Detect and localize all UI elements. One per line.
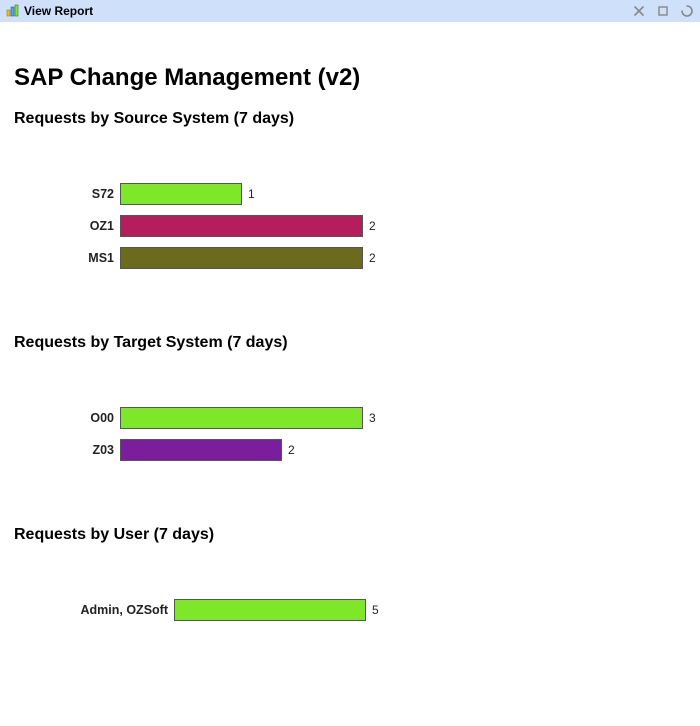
chart-bar-row: MS1 2 bbox=[14, 244, 686, 272]
chart-bar bbox=[120, 183, 242, 205]
chart-bar bbox=[120, 439, 282, 461]
chart-bar bbox=[120, 215, 363, 237]
window-controls bbox=[632, 4, 694, 18]
chart-section: Requests by User (7 days) Admin, OZSoft 5 bbox=[14, 526, 686, 648]
chart-section: Requests by Source System (7 days) S72 1 OZ… bbox=[14, 110, 686, 296]
maximize-icon[interactable] bbox=[656, 4, 670, 18]
restore-icon[interactable] bbox=[680, 4, 694, 18]
page-title: SAP Change Management (v2) bbox=[14, 64, 686, 92]
report-content: SAP Change Management (v2) Requests by S… bbox=[0, 22, 700, 726]
window-titlebar: View Report bbox=[0, 0, 700, 22]
chart-category-label: Admin, OZSoft bbox=[14, 603, 174, 617]
chart-area: O00 3 Z03 2 bbox=[14, 358, 686, 488]
chart-value-label: 2 bbox=[363, 251, 376, 265]
chart-value-label: 2 bbox=[282, 443, 295, 457]
chart-bar-row: S72 1 bbox=[14, 180, 686, 208]
chart-value-label: 1 bbox=[242, 187, 255, 201]
chart-bar bbox=[120, 247, 363, 269]
section-title: Requests by Target System (7 days) bbox=[14, 334, 686, 352]
chart-section: Requests by Target System (7 days) O00 3 Z0… bbox=[14, 334, 686, 488]
chart-area: Admin, OZSoft 5 bbox=[14, 550, 686, 648]
section-title: Requests by Source System (7 days) bbox=[14, 110, 686, 128]
chart-value-label: 3 bbox=[363, 411, 376, 425]
chart-category-label: S72 bbox=[14, 187, 120, 201]
chart-bar-row: Admin, OZSoft 5 bbox=[14, 596, 686, 624]
chart-area: S72 1 OZ1 2 MS1 2 bbox=[14, 134, 686, 296]
chart-value-label: 5 bbox=[366, 603, 379, 617]
chart-category-label: Z03 bbox=[14, 443, 120, 457]
chart-bar-row: O00 3 bbox=[14, 404, 686, 432]
chart-bar bbox=[120, 407, 363, 429]
chart-category-label: O00 bbox=[14, 411, 120, 425]
window-title: View Report bbox=[24, 4, 93, 18]
report-icon bbox=[6, 4, 20, 18]
close-icon[interactable] bbox=[632, 4, 646, 18]
section-title: Requests by User (7 days) bbox=[14, 526, 686, 544]
chart-bar bbox=[174, 599, 366, 621]
chart-category-label: OZ1 bbox=[14, 219, 120, 233]
chart-category-label: MS1 bbox=[14, 251, 120, 265]
chart-bar-row: Z03 2 bbox=[14, 436, 686, 464]
chart-bar-row: OZ1 2 bbox=[14, 212, 686, 240]
chart-value-label: 2 bbox=[363, 219, 376, 233]
